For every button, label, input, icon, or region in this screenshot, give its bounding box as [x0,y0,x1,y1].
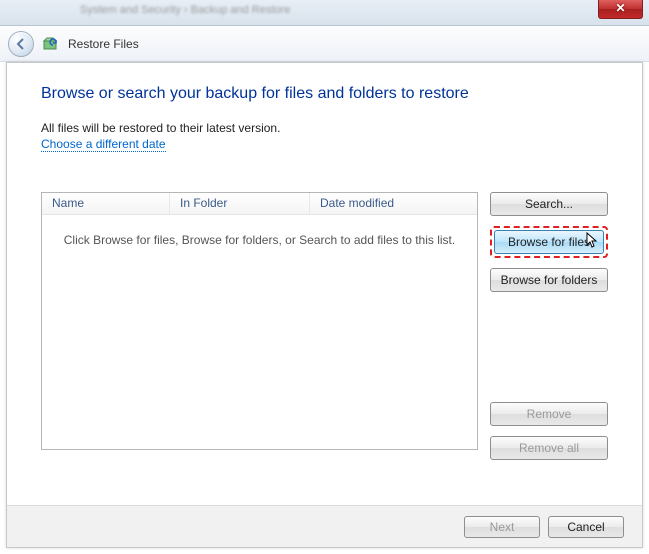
main-area: Name In Folder Date modified Click Brows… [41,192,608,460]
wizard-footer: Next Cancel [7,505,642,547]
close-icon: ✕ [615,1,625,15]
back-button[interactable] [8,31,34,57]
spacer [490,302,608,392]
cancel-button[interactable]: Cancel [548,516,624,538]
list-header: Name In Folder Date modified [42,193,477,215]
highlight-annotation: Browse for files [490,226,608,258]
side-buttons: Search... Browse for files Browse for fo… [490,192,608,460]
col-folder[interactable]: In Folder [170,193,310,214]
close-button[interactable]: ✕ [598,0,643,19]
col-name[interactable]: Name [42,193,170,214]
back-arrow-icon [15,38,27,50]
browse-folders-button[interactable]: Browse for folders [490,268,608,292]
next-button: Next [464,516,540,538]
file-list[interactable]: Name In Folder Date modified Click Brows… [41,192,478,450]
browse-files-button[interactable]: Browse for files [494,230,604,254]
window-chrome-bar: System and Security › Backup and Restore… [0,0,649,26]
remove-all-button: Remove all [490,436,608,460]
col-date[interactable]: Date modified [310,193,477,214]
wizard-header: Restore Files [0,26,649,62]
choose-date-link[interactable]: Choose a different date [41,137,166,152]
search-button[interactable]: Search... [490,192,608,216]
wizard-title: Restore Files [68,37,139,51]
remove-button: Remove [490,402,608,426]
content-area: Browse or search your backup for files a… [7,63,642,460]
wizard-body: Browse or search your backup for files a… [6,62,643,548]
list-empty-text: Click Browse for files, Browse for folde… [42,215,477,449]
page-title: Browse or search your backup for files a… [41,85,608,103]
restore-icon [42,35,60,53]
breadcrumb-blur: System and Security › Backup and Restore [80,4,290,16]
version-note: All files will be restored to their late… [41,121,608,135]
